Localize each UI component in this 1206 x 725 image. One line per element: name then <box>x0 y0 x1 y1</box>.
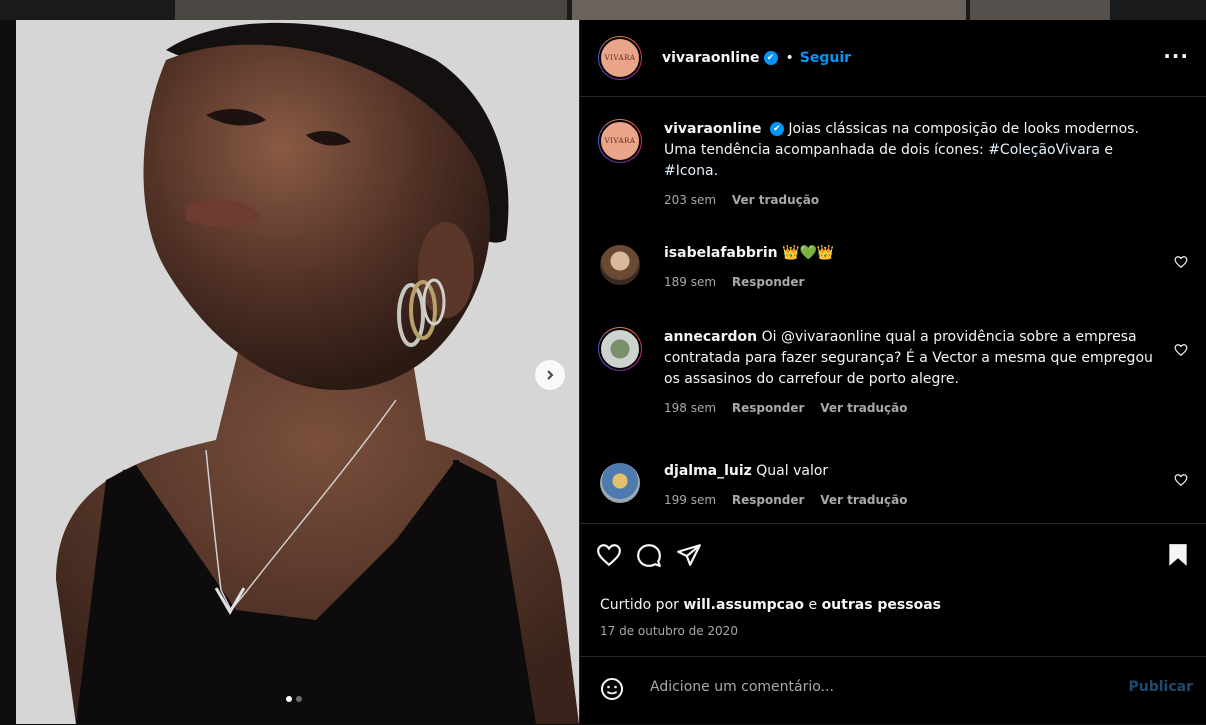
avatar-logo: VIVARA <box>599 120 641 162</box>
likes-summary: Curtido por will.assumpcao e outras pess… <box>600 597 941 613</box>
post-header: VIVARA vivaraonline ✔ • Seguir ··· <box>580 20 1206 97</box>
background-post-1 <box>175 0 567 20</box>
translate-link[interactable]: Ver tradução <box>732 193 819 207</box>
separator-dot: • <box>785 50 794 66</box>
background-post-2 <box>572 0 966 20</box>
hashtag-link[interactable]: #Icona <box>664 163 714 179</box>
reply-button[interactable]: Responder <box>732 401 805 415</box>
carousel-indicator <box>286 696 302 702</box>
comment-item: annecardon Oi @vivaraonline qual a provi… <box>598 327 1188 437</box>
caption-time: 203 sem <box>664 193 717 207</box>
comment-username[interactable]: djalma_luiz <box>664 463 752 479</box>
comment-avatar[interactable] <box>600 463 640 503</box>
likes-user-link[interactable]: will.assumpcao <box>683 597 804 613</box>
comment-item: djalma_luiz Qual valor 199 sem Responder… <box>598 461 1188 521</box>
comment-text: Qual valor <box>756 463 829 479</box>
post-modal: VIVARA vivaraonline ✔ • Seguir ··· VIVAR… <box>16 20 1206 724</box>
likes-joiner: e <box>804 597 822 613</box>
verified-badge-icon: ✔ <box>763 51 778 65</box>
carousel-dot-active <box>286 696 292 702</box>
comment-time: 199 sem <box>664 493 717 507</box>
comment-input[interactable]: Adicione um comentário... <box>650 679 834 695</box>
follow-button[interactable]: Seguir <box>800 50 851 66</box>
post-details-panel: VIVARA vivaraonline ✔ • Seguir ··· VIVAR… <box>579 20 1206 724</box>
caption-avatar[interactable]: VIVARA <box>598 119 642 163</box>
post-date: 17 de outubro de 2020 <box>600 624 738 638</box>
avatar-photo <box>599 328 641 370</box>
verified-badge-icon: ✔ <box>769 122 784 136</box>
hashtag-link[interactable]: #ColeçãoVivara <box>988 142 1100 158</box>
caption-body: vivaraonline ✔ Joias clássicas na compos… <box>664 119 1164 211</box>
heart-icon[interactable] <box>1174 255 1188 269</box>
post-username[interactable]: vivaraonline <box>662 50 760 66</box>
comment-meta: 189 sem Responder <box>664 272 1164 293</box>
model-photo <box>16 20 579 724</box>
background-feed <box>0 0 1206 20</box>
caption-username[interactable]: vivaraonline <box>664 121 762 137</box>
comment-body: djalma_luiz Qual valor 199 sem Responder… <box>664 461 1164 511</box>
chevron-right-icon <box>547 370 554 380</box>
background-post-3 <box>970 0 1110 20</box>
action-row <box>596 542 702 568</box>
comment-meta: 199 sem Responder Ver tradução <box>664 490 1164 511</box>
bookmark-icon[interactable] <box>1165 542 1191 568</box>
comment-time: 198 sem <box>664 401 717 415</box>
comment-username[interactable]: annecardon <box>664 329 757 345</box>
avatar[interactable]: VIVARA <box>598 36 642 80</box>
comment-avatar[interactable] <box>600 245 640 285</box>
caption-joiner: e <box>1099 142 1114 158</box>
publish-button[interactable]: Publicar <box>1129 679 1194 695</box>
carousel-dot <box>296 696 302 702</box>
avatar-logo: VIVARA <box>599 37 641 79</box>
comment-text: 👑💚👑 <box>782 245 835 261</box>
reply-button[interactable]: Responder <box>732 275 805 289</box>
comment-meta: 198 sem Responder Ver tradução <box>664 398 1164 419</box>
comment-icon[interactable] <box>636 542 662 568</box>
translate-link[interactable]: Ver tradução <box>820 493 907 507</box>
comment-body: annecardon Oi @vivaraonline qual a provi… <box>664 327 1164 419</box>
comment-time: 189 sem <box>664 275 717 289</box>
caption: VIVARA vivaraonline ✔ Joias clássicas na… <box>598 119 1188 229</box>
comments-list: VIVARA vivaraonline ✔ Joias clássicas na… <box>580 97 1206 523</box>
translate-link[interactable]: Ver tradução <box>820 401 907 415</box>
caption-end: . <box>713 163 719 179</box>
comment-body: isabelafabbrin 👑💚👑 189 sem Responder <box>664 243 1164 293</box>
post-image <box>16 20 579 724</box>
comment-item: isabelafabbrin 👑💚👑 189 sem Responder <box>598 243 1188 303</box>
likes-prefix: Curtido por <box>600 597 684 613</box>
reply-button[interactable]: Responder <box>732 493 805 507</box>
likes-others-link[interactable]: outras pessoas <box>822 597 941 613</box>
more-options-button[interactable]: ··· <box>1163 44 1189 68</box>
share-icon[interactable] <box>676 542 702 568</box>
caption-meta: 203 sem Ver tradução <box>664 190 1164 211</box>
next-image-button[interactable] <box>535 360 565 390</box>
like-heart-icon[interactable] <box>596 542 622 568</box>
comment-avatar[interactable] <box>598 327 642 371</box>
comment-composer: Adicione um comentário... Publicar <box>580 656 1206 725</box>
comment-username[interactable]: isabelafabbrin <box>664 245 778 261</box>
heart-icon[interactable] <box>1174 343 1188 357</box>
emoji-icon[interactable] <box>600 677 624 701</box>
heart-icon[interactable] <box>1174 473 1188 487</box>
